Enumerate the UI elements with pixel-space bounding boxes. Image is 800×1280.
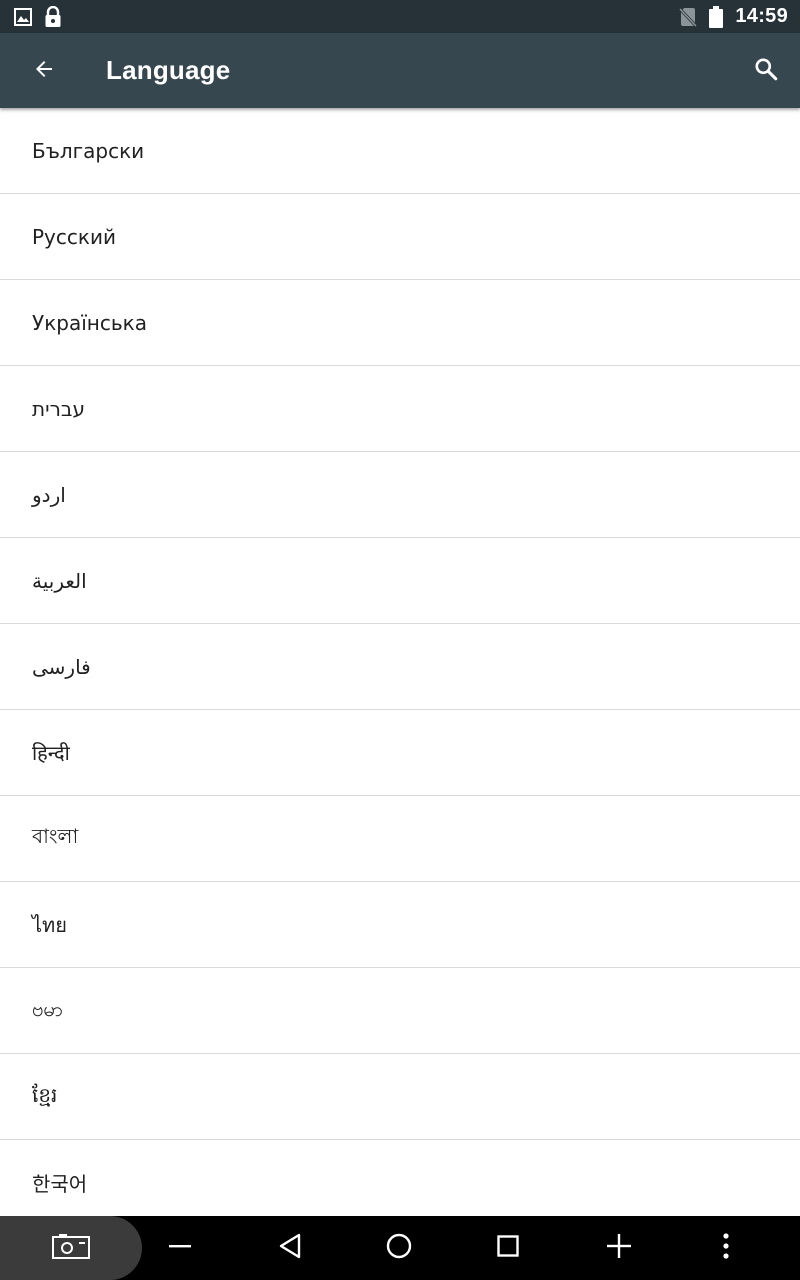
language-list: Български Русский Українська עברית اردو … <box>0 108 800 1216</box>
back-button[interactable] <box>0 33 88 108</box>
volume-down-button[interactable] <box>150 1216 210 1280</box>
back-triangle-icon <box>277 1232 303 1264</box>
volume-down-icon <box>168 1234 192 1262</box>
language-item-hebrew[interactable]: עברית <box>0 366 800 452</box>
status-time: 14:59 <box>735 5 788 27</box>
screenshot-button[interactable] <box>0 1216 142 1280</box>
language-label: עברית <box>32 396 85 421</box>
language-item-thai[interactable]: ไทย <box>0 882 800 968</box>
navigation-bar <box>0 1216 800 1280</box>
home-circle-icon <box>385 1232 413 1264</box>
nav-recents-button[interactable] <box>478 1216 538 1280</box>
status-bar: 14:59 <box>0 0 800 33</box>
battery-icon <box>709 5 724 28</box>
more-vert-icon <box>722 1232 730 1264</box>
language-label: فارسی <box>32 654 91 679</box>
language-item-hindi[interactable]: हिन्दी <box>0 710 800 796</box>
volume-up-button[interactable] <box>589 1216 649 1280</box>
more-button[interactable] <box>696 1216 756 1280</box>
language-label: اردو <box>32 482 66 507</box>
language-label: বাংলা <box>32 824 79 848</box>
language-item-arabic[interactable]: العربية <box>0 538 800 624</box>
language-label: Български <box>32 138 145 163</box>
recents-square-icon <box>496 1234 520 1262</box>
language-label: Українська <box>32 310 147 335</box>
language-label: हिन्दी <box>32 741 70 765</box>
language-item-bengali[interactable]: বাংলা <box>0 796 800 882</box>
lock-icon <box>44 5 62 28</box>
no-sim-icon <box>679 7 698 27</box>
language-item-korean[interactable]: 한국어 <box>0 1140 800 1216</box>
language-label: 한국어 <box>32 1172 88 1196</box>
arrow-back-icon <box>32 57 56 85</box>
language-label: Русский <box>32 224 116 249</box>
language-label: ខ្មែរ <box>32 1082 58 1107</box>
language-label: ไทย <box>32 912 67 937</box>
language-label: العربية <box>32 568 87 593</box>
app-bar: Language <box>0 33 800 108</box>
language-item-russian[interactable]: Русский <box>0 194 800 280</box>
nav-back-button[interactable] <box>260 1216 320 1280</box>
status-left <box>14 5 62 28</box>
language-item-persian[interactable]: فارسی <box>0 624 800 710</box>
status-right: 14:59 <box>679 5 788 28</box>
search-button[interactable] <box>732 33 800 108</box>
image-icon <box>14 7 32 26</box>
search-icon <box>753 56 779 86</box>
language-item-burmese[interactable]: ဗမာ <box>0 968 800 1054</box>
language-label: ဗမာ <box>32 996 64 1021</box>
language-item-khmer[interactable]: ខ្មែរ <box>0 1054 800 1140</box>
page-title: Language <box>106 55 231 85</box>
language-item-ukrainian[interactable]: Українська <box>0 280 800 366</box>
nav-home-button[interactable] <box>369 1216 429 1280</box>
screenshot-icon <box>51 1232 91 1264</box>
language-item-bulgarian[interactable]: Български <box>0 108 800 194</box>
language-item-urdu[interactable]: اردو <box>0 452 800 538</box>
volume-up-icon <box>606 1233 632 1263</box>
